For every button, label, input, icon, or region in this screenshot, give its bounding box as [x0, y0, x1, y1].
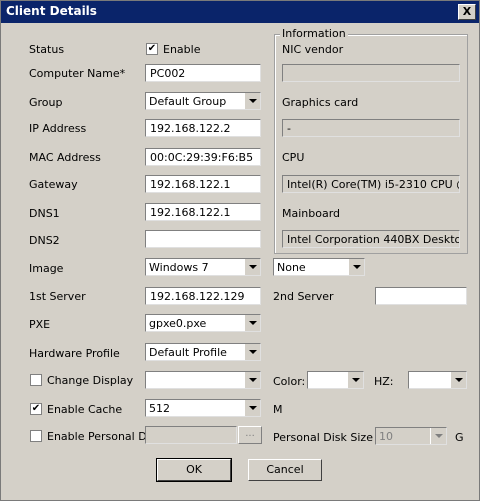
chevron-down-icon[interactable]	[450, 372, 466, 388]
information-group-title: Information	[280, 27, 348, 40]
image-label: Image	[29, 262, 64, 275]
chevron-down-icon[interactable]	[244, 372, 260, 388]
second-server-label: 2nd Server	[273, 290, 334, 303]
graphics-card-label: Graphics card	[282, 96, 359, 109]
client-details-dialog: Client Details X Status ✔ Enable Compute…	[0, 0, 480, 501]
computer-name-input[interactable]: PC002	[145, 64, 261, 82]
cache-size-value: 512	[149, 402, 170, 415]
mac-label: MAC Address	[29, 151, 101, 164]
gateway-input[interactable]: 192.168.122.1	[145, 175, 261, 193]
personal-disk-size-value: 10	[379, 430, 393, 443]
check-icon: ✔	[31, 403, 41, 414]
check-icon: ✔	[147, 43, 157, 54]
chevron-down-icon[interactable]	[244, 400, 260, 416]
group-label: Group	[29, 96, 63, 109]
enable-checkbox[interactable]: ✔	[146, 43, 158, 55]
cpu-field: Intel(R) Core(TM) i5-2310 CPU @ 2	[282, 175, 460, 193]
pxe-label: PXE	[29, 318, 51, 331]
chevron-down-icon[interactable]	[430, 428, 446, 444]
mac-address-input[interactable]: 00:0C:29:39:F6:B5	[145, 148, 261, 166]
mainboard-field: Intel Corporation 440BX Desktop Re	[282, 230, 460, 248]
ip-address-input[interactable]: 192.168.122.2	[145, 119, 261, 137]
image-secondary-value: None	[277, 261, 306, 274]
hardware-profile-value: Default Profile	[149, 346, 227, 359]
chevron-down-icon[interactable]	[244, 259, 260, 275]
mainboard-label: Mainboard	[282, 207, 341, 220]
dns2-input[interactable]	[145, 230, 261, 248]
cpu-label: CPU	[282, 151, 305, 164]
ip-label: IP Address	[29, 122, 87, 135]
change-display-label: Change Display	[47, 374, 134, 387]
graphics-card-field: -	[282, 119, 460, 137]
group-select[interactable]: Default Group	[145, 92, 261, 110]
hz-select[interactable]	[408, 371, 467, 389]
nic-vendor-label: NIC vendor	[282, 43, 344, 56]
dns1-input[interactable]: 192.168.122.1	[145, 203, 261, 221]
ok-button[interactable]: OK	[156, 458, 232, 482]
personal-disk-unit-label: G	[455, 431, 464, 444]
first-server-input[interactable]: 192.168.122.129	[145, 287, 261, 305]
dns2-label: DNS2	[29, 234, 60, 247]
chevron-down-icon[interactable]	[244, 344, 260, 360]
nic-vendor-field	[282, 64, 460, 82]
image-secondary-select[interactable]: None	[273, 258, 365, 276]
image-select[interactable]: Windows 7	[145, 258, 261, 276]
computer-name-label: Computer Name*	[29, 67, 126, 80]
cache-size-select[interactable]: 512	[145, 399, 261, 417]
chevron-down-icon[interactable]	[348, 259, 364, 275]
title-bar: Client Details X	[1, 1, 479, 23]
cancel-button[interactable]: Cancel	[248, 459, 322, 481]
first-server-label: 1st Server	[29, 290, 86, 303]
color-label: Color:	[273, 375, 306, 388]
chevron-down-icon[interactable]	[347, 372, 363, 388]
group-value: Default Group	[149, 95, 227, 108]
hz-label: HZ:	[374, 375, 394, 388]
pxe-select[interactable]: gpxe0.pxe	[145, 314, 261, 332]
image-value: Windows 7	[149, 261, 209, 274]
browse-button[interactable]: ...	[238, 426, 262, 444]
dialog-title: Client Details	[6, 4, 97, 18]
personal-disk-path-input[interactable]	[145, 426, 237, 444]
hardware-profile-label: Hardware Profile	[29, 347, 120, 360]
hardware-profile-select[interactable]: Default Profile	[145, 343, 261, 361]
dns1-label: DNS1	[29, 207, 60, 220]
display-mode-select[interactable]	[145, 371, 261, 389]
gateway-label: Gateway	[29, 178, 78, 191]
enable-cache-checkbox[interactable]: ✔	[30, 403, 42, 415]
close-button[interactable]: X	[458, 4, 476, 20]
chevron-down-icon[interactable]	[244, 93, 260, 109]
personal-disk-size-label: Personal Disk Size	[273, 431, 373, 444]
color-select[interactable]	[307, 371, 364, 389]
second-server-input[interactable]	[375, 287, 467, 305]
enable-personal-disk-checkbox[interactable]	[30, 430, 42, 442]
enable-cache-label: Enable Cache	[47, 403, 123, 416]
cache-unit-label: M	[273, 403, 283, 416]
pxe-value: gpxe0.pxe	[149, 317, 207, 330]
change-display-checkbox[interactable]	[30, 374, 42, 386]
status-label: Status	[29, 43, 65, 56]
chevron-down-icon[interactable]	[244, 315, 260, 331]
personal-disk-size-select[interactable]: 10	[375, 427, 447, 445]
enable-label: Enable	[163, 43, 201, 56]
